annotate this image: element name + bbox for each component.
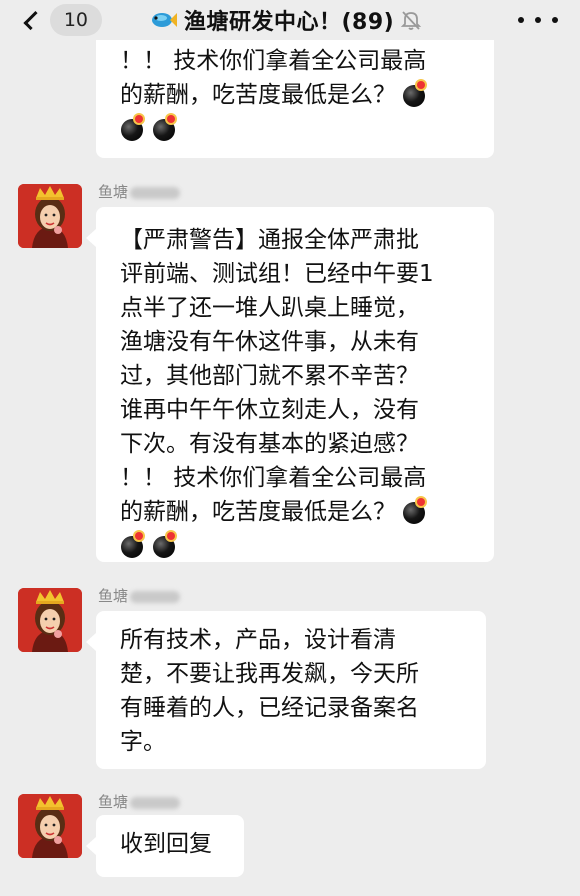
message-bubble[interactable]: ！！ 技术你们拿着全公司最高 的薪酬，吃苦度最低是么？ — [96, 40, 494, 158]
sender-name-text: 鱼塘 — [98, 587, 129, 605]
message-line — [120, 112, 476, 146]
message-line — [120, 529, 476, 563]
bell-off-icon — [401, 11, 422, 30]
bomb-emoji — [152, 532, 178, 558]
blurred-name — [130, 590, 181, 603]
message-line: 渔塘没有午休这件事，从未有 — [120, 329, 419, 355]
chat-header: 10 渔塘研发中心！(89) — [0, 0, 580, 40]
unread-count: 10 — [63, 9, 88, 31]
message-line: 点半了还一堆人趴桌上睡觉， — [120, 295, 419, 321]
bomb-emoji — [120, 532, 146, 558]
message-line: 收到回复 — [120, 831, 212, 857]
message-bubble[interactable]: 收到回复 — [86, 815, 244, 877]
message-line: 有睡着的人，已经记录备案名 — [120, 695, 419, 721]
chevron-left-icon — [23, 10, 43, 30]
message-line: 过，其他部门就不累不辛苦？ — [120, 363, 419, 389]
avatar[interactable] — [18, 588, 82, 652]
blurred-name — [130, 796, 181, 809]
message-line: 的薪酬，吃苦度最低是么？ — [120, 495, 476, 529]
bomb-emoji — [120, 115, 146, 141]
blurred-name — [130, 186, 181, 199]
sender-name: 鱼塘 — [98, 791, 181, 812]
more-horizontal-icon[interactable] — [518, 8, 558, 32]
avatar[interactable] — [18, 184, 82, 248]
message-line: 的薪酬，吃苦度最低是么？ — [120, 78, 476, 112]
back-button[interactable]: 10 — [16, 2, 102, 38]
message-line: ！！ 技术你们拿着全公司最高 — [120, 48, 427, 74]
queen-avatar-icon — [18, 184, 82, 248]
message-line: 谁再中午午休立刻走人，没有 — [120, 397, 419, 423]
sender-name: 鱼塘 — [98, 585, 181, 606]
unread-count-badge: 10 — [49, 4, 102, 36]
sender-name-text: 鱼塘 — [98, 793, 129, 811]
message-line-text: 的薪酬，吃苦度最低是么？ — [120, 499, 396, 525]
fish-icon — [152, 13, 177, 27]
chat-title[interactable]: 渔塘研发中心！(89) — [150, 0, 422, 40]
message-line: 字。 — [120, 729, 166, 755]
bomb-emoji — [402, 498, 428, 524]
message-bubble[interactable]: 【严肃警告】通报全体严肃批 评前端、测试组！已经中午要1 点半了还一堆人趴桌上睡… — [86, 207, 494, 563]
sender-name: 鱼塘 — [98, 181, 181, 202]
sender-name-text: 鱼塘 — [98, 183, 129, 201]
message-line: 下次。有没有基本的紧迫感？ — [120, 431, 419, 457]
message-line: 楚，不要让我再发飙，今天所 — [120, 661, 419, 687]
avatar[interactable] — [18, 794, 82, 858]
message-line: ！！ 技术你们拿着全公司最高 — [120, 465, 427, 491]
bomb-emoji — [402, 81, 428, 107]
bomb-emoji — [152, 115, 178, 141]
queen-avatar-icon — [18, 794, 82, 858]
message-line: 评前端、测试组！已经中午要1 — [120, 261, 434, 287]
message-bubble[interactable]: 所有技术，产品，设计看清 楚，不要让我再发飙，今天所 有睡着的人，已经记录备案名… — [86, 611, 486, 769]
chat-title-text: 渔塘研发中心！(89) — [184, 10, 395, 35]
queen-avatar-icon — [18, 588, 82, 652]
message-line: 【严肃警告】通报全体严肃批 — [120, 227, 419, 253]
message-line: 所有技术，产品，设计看清 — [120, 627, 396, 653]
message-line-text: 的薪酬，吃苦度最低是么？ — [120, 82, 396, 108]
